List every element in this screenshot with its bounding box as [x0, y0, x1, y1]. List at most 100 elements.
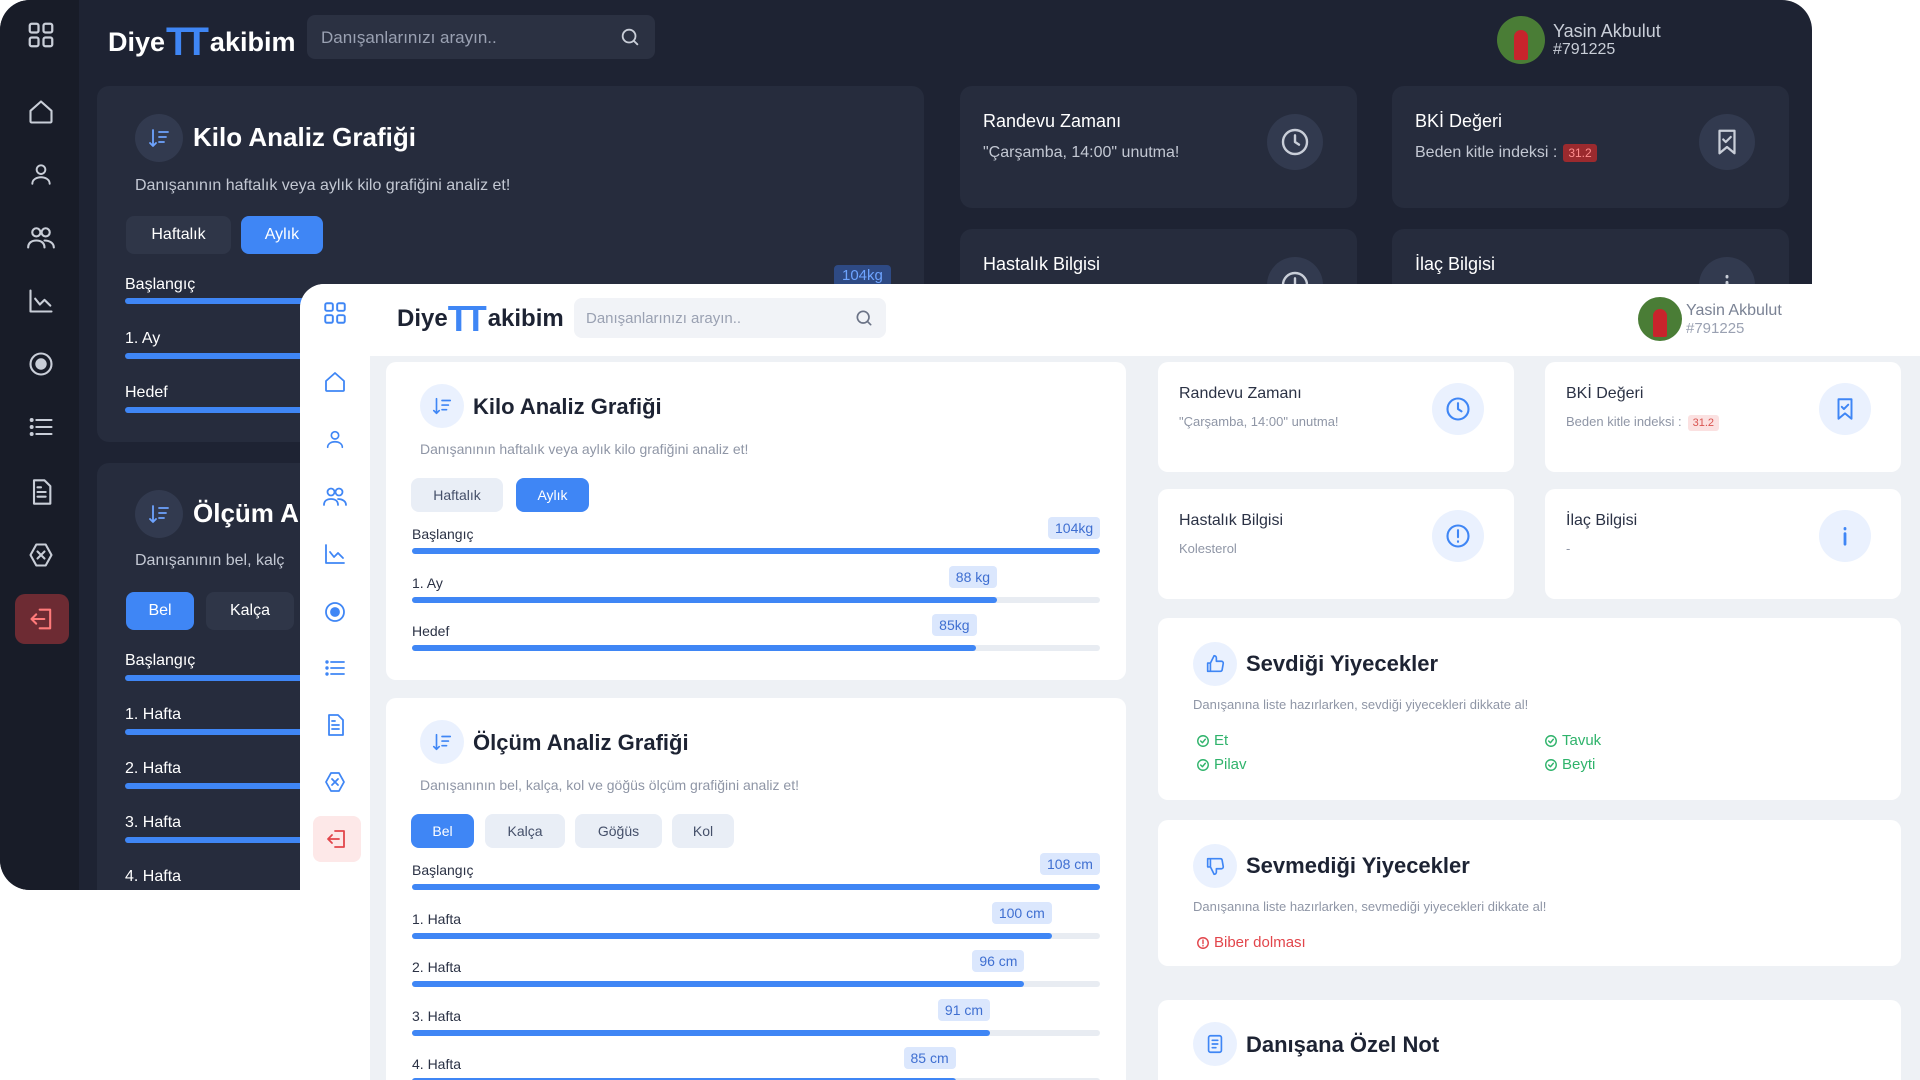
progress-bar: [125, 729, 305, 735]
card-title: Randevu Zamanı: [1179, 385, 1302, 402]
search-placeholder: Danışanlarınızı arayın..: [321, 28, 497, 47]
value-tag: 88 kg: [948, 565, 998, 588]
document-icon[interactable]: [318, 708, 352, 742]
search-input[interactable]: Danışanlarınızı arayın..: [574, 298, 886, 338]
list-icon[interactable]: [22, 408, 60, 446]
user-icon[interactable]: [22, 155, 60, 193]
food-name: Tavuk: [1562, 732, 1602, 749]
card-title: İlaç Bilgisi: [1566, 512, 1638, 529]
search-icon[interactable]: [619, 26, 641, 48]
check-circle-icon: [1545, 758, 1557, 771]
row-label: Başlangıç: [125, 276, 196, 293]
measure-panel-title: Ölçüm Analiz Grafiği: [473, 730, 689, 755]
liked-foods-title: Sevdiği Yiyecekler: [1246, 651, 1439, 676]
food-name: Pilav: [1214, 756, 1247, 773]
sort-icon: [420, 384, 464, 428]
user-name: Yasin Akbulut: [1553, 21, 1661, 41]
disliked-foods-title: Sevmediği Yiyecekler: [1246, 853, 1470, 878]
logo-mark: TT: [447, 298, 487, 339]
logo-text-suffix: akibim: [487, 305, 564, 332]
target-icon[interactable]: [318, 595, 352, 629]
list-icon[interactable]: [318, 651, 352, 685]
avatar[interactable]: [1638, 297, 1682, 341]
card-text: Beden kitle indeksi : 31.2: [1415, 144, 1597, 162]
tab-monthly[interactable]: Aylık: [241, 216, 323, 254]
home-icon[interactable]: [318, 365, 352, 399]
users-icon[interactable]: [22, 218, 60, 256]
liked-foods-subtitle: Danışanına liste hazırlarken, sevdiği yi…: [1193, 697, 1529, 712]
progress-fill: [412, 1029, 990, 1036]
progress-fill: [412, 932, 1052, 939]
value-tag: 108 cm: [1040, 853, 1100, 875]
avatar[interactable]: [1497, 16, 1545, 64]
tab-chest[interactable]: Göğüs: [575, 814, 662, 848]
search-input[interactable]: Danışanlarınızı arayın..: [307, 15, 655, 59]
card-title: Hastalık Bilgisi: [1179, 512, 1284, 529]
row-label: 1. Hafta: [412, 910, 462, 927]
sort-icon: [420, 720, 464, 764]
food-name: Biber dolması: [1214, 934, 1306, 951]
row-label: 1. Ay: [125, 330, 161, 347]
progress-bar: [125, 407, 305, 413]
tab-arm[interactable]: Kol: [672, 814, 734, 848]
row-label: 3. Hafta: [125, 814, 182, 831]
progress-track: [412, 645, 1100, 651]
row-label: 1. Ay: [412, 574, 443, 591]
screenshot-stage: Diye TT akibim Danışanlarınızı arayın.. Ya…: [0, 0, 1920, 1080]
info-icon: [1819, 510, 1871, 562]
document-icon[interactable]: [22, 473, 60, 511]
value-tag: 91 cm: [937, 998, 991, 1021]
tab-weekly[interactable]: Haftalık: [411, 478, 503, 512]
value-tag: 85 cm: [903, 1047, 956, 1069]
card-text: "Çarşamba, 14:00" unutma!: [1179, 414, 1339, 429]
bmi-label: Beden kitle indeksi :: [1566, 414, 1682, 429]
disease-card: Hastalık Bilgisi Kolesterol: [1158, 489, 1514, 599]
measure-panel-subtitle: Danışanının bel, kalça, kol ve göğüs ölç…: [420, 777, 799, 793]
row-label: 2. Hafta: [412, 959, 462, 975]
tab-weekly[interactable]: Haftalık: [126, 216, 231, 254]
tab-waist[interactable]: Bel: [126, 592, 194, 630]
chart-line-icon[interactable]: [318, 537, 352, 571]
search-icon[interactable]: [854, 308, 874, 328]
tab-hip[interactable]: Kalça: [206, 592, 294, 630]
liked-food-item: Et: [1196, 732, 1228, 749]
tab-waist[interactable]: Bel: [411, 814, 474, 848]
search-placeholder: Danışanlarınızı arayın..: [586, 310, 742, 327]
bookmark-icon: [1699, 114, 1755, 170]
logout-icon[interactable]: [15, 594, 69, 644]
close-box-icon[interactable]: [318, 765, 352, 799]
progress-bar: [125, 298, 305, 304]
grid-icon[interactable]: [22, 16, 60, 54]
weight-panel-subtitle: Danışanının haftalık veya aylık kilo gra…: [135, 177, 511, 194]
weight-panel-title: Kilo Analiz Grafiği: [473, 394, 662, 419]
progress-bar: [125, 837, 305, 843]
home-icon[interactable]: [22, 93, 60, 131]
user-profile[interactable]: Yasin Akbulut #791225: [1497, 15, 1661, 65]
target-icon[interactable]: [22, 345, 60, 383]
grid-icon[interactable]: [318, 296, 352, 330]
thumbs-down-icon: [1193, 844, 1237, 888]
progress-track: [412, 596, 1100, 603]
tab-monthly[interactable]: Aylık: [516, 478, 589, 512]
logout-icon[interactable]: [313, 816, 361, 862]
progress-track: [412, 1029, 1100, 1036]
chart-line-icon[interactable]: [22, 282, 60, 320]
tab-hip[interactable]: Kalça: [485, 814, 565, 848]
card-title: Hastalık Bilgisi: [983, 254, 1101, 274]
disliked-foods-subtitle: Danışanına liste hazırlarken, sevmediği …: [1193, 899, 1547, 914]
user-icon[interactable]: [318, 422, 352, 456]
value-tag: 96 cm: [972, 950, 1025, 972]
user-profile[interactable]: Yasin Akbulut #791225: [1638, 297, 1782, 341]
card-text: -: [1566, 541, 1571, 556]
liked-food-item: Tavuk: [1544, 732, 1601, 749]
liked-food-item: Pilav: [1196, 756, 1247, 773]
progress-track: [412, 932, 1100, 939]
app-logo[interactable]: Diye TT akibim: [108, 22, 295, 62]
food-name: Et: [1214, 732, 1229, 749]
close-box-icon[interactable]: [22, 536, 60, 574]
app-logo[interactable]: Diye TT akibim: [397, 301, 564, 337]
light-sidebar: [300, 284, 370, 1080]
progress-track: [412, 981, 1100, 987]
users-icon[interactable]: [318, 479, 352, 513]
bmi-value-badge: 31.2: [1687, 415, 1720, 431]
